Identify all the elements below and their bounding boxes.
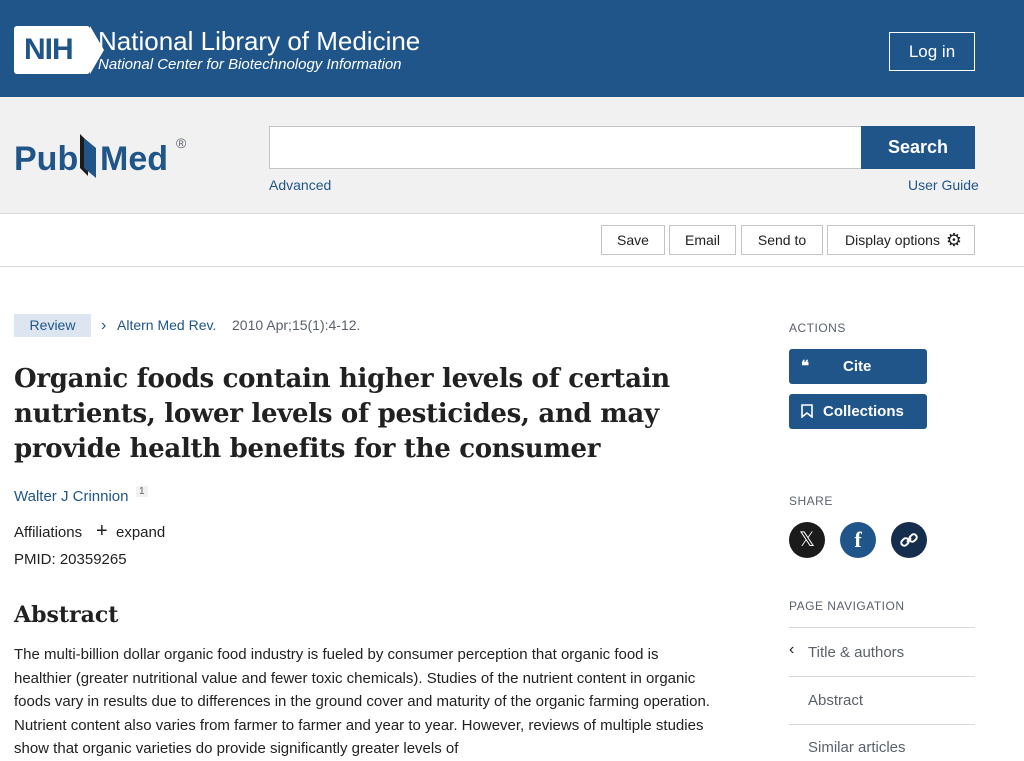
link-icon[interactable] xyxy=(891,522,927,558)
page-navigation-label: PAGE NAVIGATION xyxy=(789,599,905,613)
nav-divider xyxy=(789,676,975,677)
affiliations-label: Affiliations xyxy=(14,524,83,541)
collections-label: Collections xyxy=(823,403,904,420)
article-type-badge: Review xyxy=(14,314,91,337)
article-title: Organic foods contain higher levels of c… xyxy=(14,364,670,464)
search-input[interactable] xyxy=(269,126,862,169)
nav-item-similar-articles[interactable]: Similar articles xyxy=(808,739,906,756)
plus-icon[interactable]: + xyxy=(96,520,108,543)
nav-divider xyxy=(789,627,975,628)
display-options-button[interactable]: Display options ⚙ xyxy=(827,225,975,255)
svg-text:®: ® xyxy=(176,135,187,151)
svg-text:Pub: Pub xyxy=(14,140,78,178)
gear-icon: ⚙ xyxy=(945,230,962,250)
quote-icon: ❝ xyxy=(801,358,810,375)
actions-label: ACTIONS xyxy=(789,321,846,335)
abstract-heading: Abstract xyxy=(14,602,119,628)
nlm-title[interactable]: National Library of Medicine xyxy=(98,26,420,57)
cite-button[interactable]: ❝ Cite xyxy=(789,349,927,384)
expand-affiliations-button[interactable]: expand xyxy=(116,524,165,541)
nih-logo[interactable]: NIH xyxy=(14,26,104,74)
nav-divider xyxy=(789,724,975,725)
abstract-text: The multi-billion dollar organic food in… xyxy=(14,646,710,757)
chevron-right-icon: › xyxy=(101,317,107,334)
collections-button[interactable]: Collections xyxy=(789,394,927,429)
facebook-icon[interactable]: f xyxy=(840,522,876,558)
save-button[interactable]: Save xyxy=(601,225,665,255)
svg-text:Med: Med xyxy=(100,140,168,178)
nih-banner: NIH National Library of Medicine Nationa… xyxy=(0,0,1024,97)
x-twitter-icon[interactable]: 𝕏 xyxy=(789,522,825,558)
journal-link[interactable]: Altern Med Rev. xyxy=(117,314,216,337)
affiliation-number[interactable]: 1 xyxy=(136,486,148,497)
nih-logo-text: NIH xyxy=(24,33,74,66)
display-options-label: Display options xyxy=(845,232,940,248)
pmid-text: PMID: 20359265 xyxy=(14,551,127,568)
chevron-left-icon: ‹ xyxy=(789,641,795,658)
send-to-button[interactable]: Send to xyxy=(741,225,823,255)
nav-item-title-authors[interactable]: Title & authors xyxy=(808,644,904,661)
nav-item-abstract[interactable]: Abstract xyxy=(808,692,863,709)
advanced-search-link[interactable]: Advanced xyxy=(269,177,331,193)
citation-text: 2010 Apr;15(1):4-12. xyxy=(232,317,361,333)
search-button[interactable]: Search xyxy=(861,126,975,169)
pubmed-logo[interactable]: Pub Med ® xyxy=(14,128,194,186)
share-label: SHARE xyxy=(789,494,833,508)
ncbi-subtitle: National Center for Biotechnology Inform… xyxy=(98,56,402,73)
login-button[interactable]: Log in xyxy=(889,32,975,71)
author-link[interactable]: Walter J Crinnion xyxy=(14,488,128,505)
cite-label: Cite xyxy=(843,358,872,375)
user-guide-link[interactable]: User Guide xyxy=(908,177,979,193)
email-button[interactable]: Email xyxy=(669,225,736,255)
bookmark-icon xyxy=(801,394,813,431)
toolbar-divider xyxy=(0,266,1024,267)
